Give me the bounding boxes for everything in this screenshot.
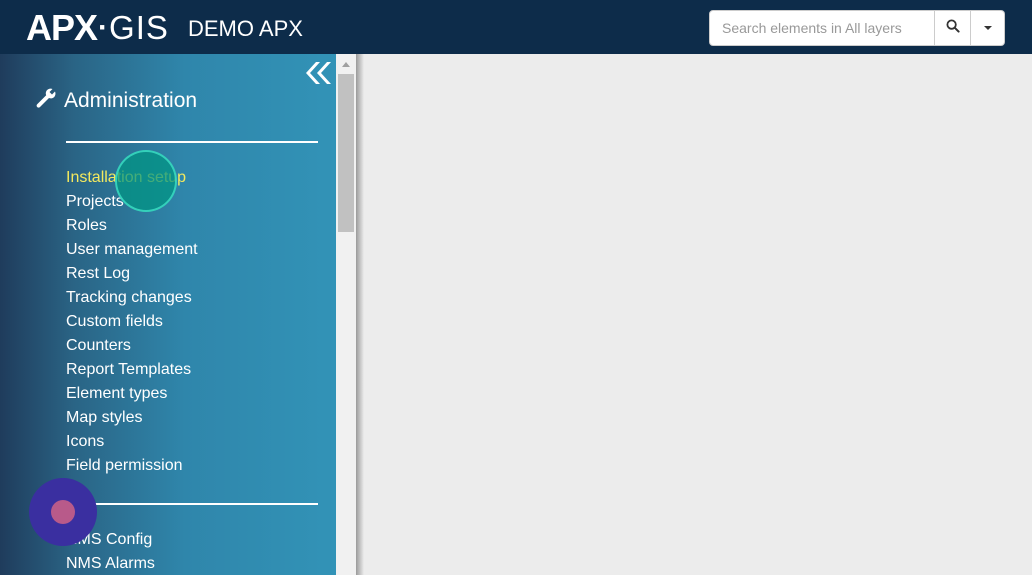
sidebar-scrollbar[interactable] [336,54,356,575]
search-button[interactable] [935,10,971,46]
section-divider-bottom [66,503,318,505]
cursor-indicator-dot [51,500,75,524]
search-group [709,10,1005,46]
apx-gis-logo[interactable]: APX · GIS [26,8,169,48]
menu-item-icons[interactable]: Icons [66,430,198,454]
double-chevron-left-icon [303,62,331,90]
click-indicator [115,150,177,212]
admin-menu-list: Installation setup Projects Roles User m… [66,166,198,478]
caret-down-icon [983,26,992,30]
section-header: Administration [34,86,197,115]
menu-item-map-styles[interactable]: Map styles [66,406,198,430]
logo-gis-text: GIS [109,9,169,46]
cursor-indicator [29,478,97,546]
top-navbar: APX · GIS DEMO APX [0,0,1032,54]
search-icon [946,19,960,38]
search-input[interactable] [709,10,935,46]
logo-apx-text: APX [26,7,98,48]
menu-item-user-management[interactable]: User management [66,238,198,262]
menu-item-roles[interactable]: Roles [66,214,198,238]
menu-item-rest-log[interactable]: Rest Log [66,262,198,286]
panel-shadow [356,54,364,575]
section-divider-top [66,141,318,143]
collapse-sidebar-button[interactable] [303,60,331,86]
menu-item-custom-fields[interactable]: Custom fields [66,310,198,334]
scroll-up-arrow-icon[interactable] [342,62,350,67]
menu-item-counters[interactable]: Counters [66,334,198,358]
menu-item-report-templates[interactable]: Report Templates [66,358,198,382]
project-name: DEMO APX [188,16,303,41]
section-title: Administration [64,88,198,112]
menu-item-element-types[interactable]: Element types [66,382,198,406]
scrollbar-thumb[interactable] [338,74,354,232]
map-area[interactable] [364,54,1032,575]
wrench-icon [34,86,58,115]
menu-item-field-permission[interactable]: Field permission [66,454,198,478]
menu-item-nms-alarms[interactable]: NMS Alarms [66,552,155,575]
search-layer-dropdown-button[interactable] [971,10,1005,46]
logo-dot: · [98,11,109,44]
menu-item-tracking-changes[interactable]: Tracking changes [66,286,198,310]
